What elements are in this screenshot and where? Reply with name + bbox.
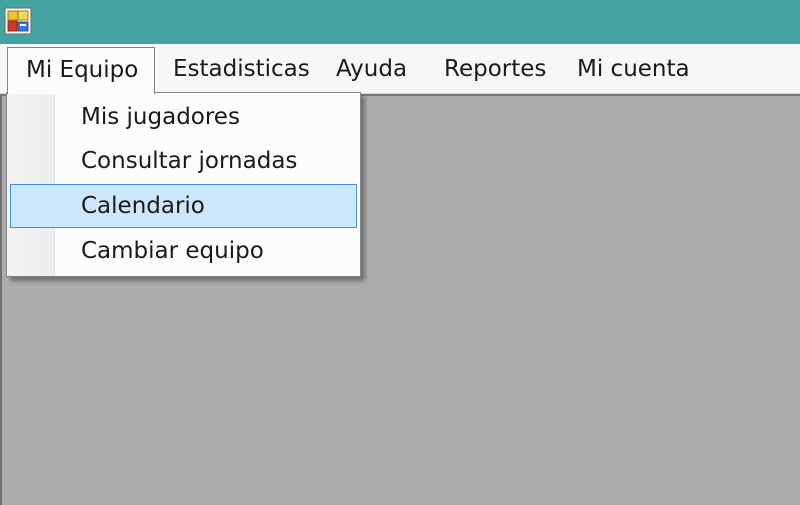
app-window: Mi Equipo Estadisticas Ayuda Reportes Mi… — [0, 0, 800, 505]
menu-bar: Mi Equipo Estadisticas Ayuda Reportes Mi… — [0, 44, 800, 94]
title-bar[interactable] — [0, 0, 800, 44]
menu-item-calendario[interactable]: Calendario — [10, 184, 357, 228]
menu-reportes[interactable]: Reportes — [444, 47, 546, 92]
menu-mi-equipo[interactable]: Mi Equipo — [7, 47, 155, 94]
menu-item-cambiar-equipo[interactable]: Cambiar equipo — [10, 229, 357, 273]
mi-equipo-dropdown: Mis jugadores Consultar jornadas Calenda… — [6, 92, 361, 277]
menu-ayuda[interactable]: Ayuda — [336, 47, 407, 92]
app-icon[interactable] — [4, 7, 32, 35]
menu-estadisticas[interactable]: Estadisticas — [173, 47, 310, 92]
menu-item-consultar-jornadas[interactable]: Consultar jornadas — [10, 139, 357, 183]
menu-mi-cuenta[interactable]: Mi cuenta — [577, 47, 690, 92]
menu-item-mis-jugadores[interactable]: Mis jugadores — [10, 95, 357, 139]
